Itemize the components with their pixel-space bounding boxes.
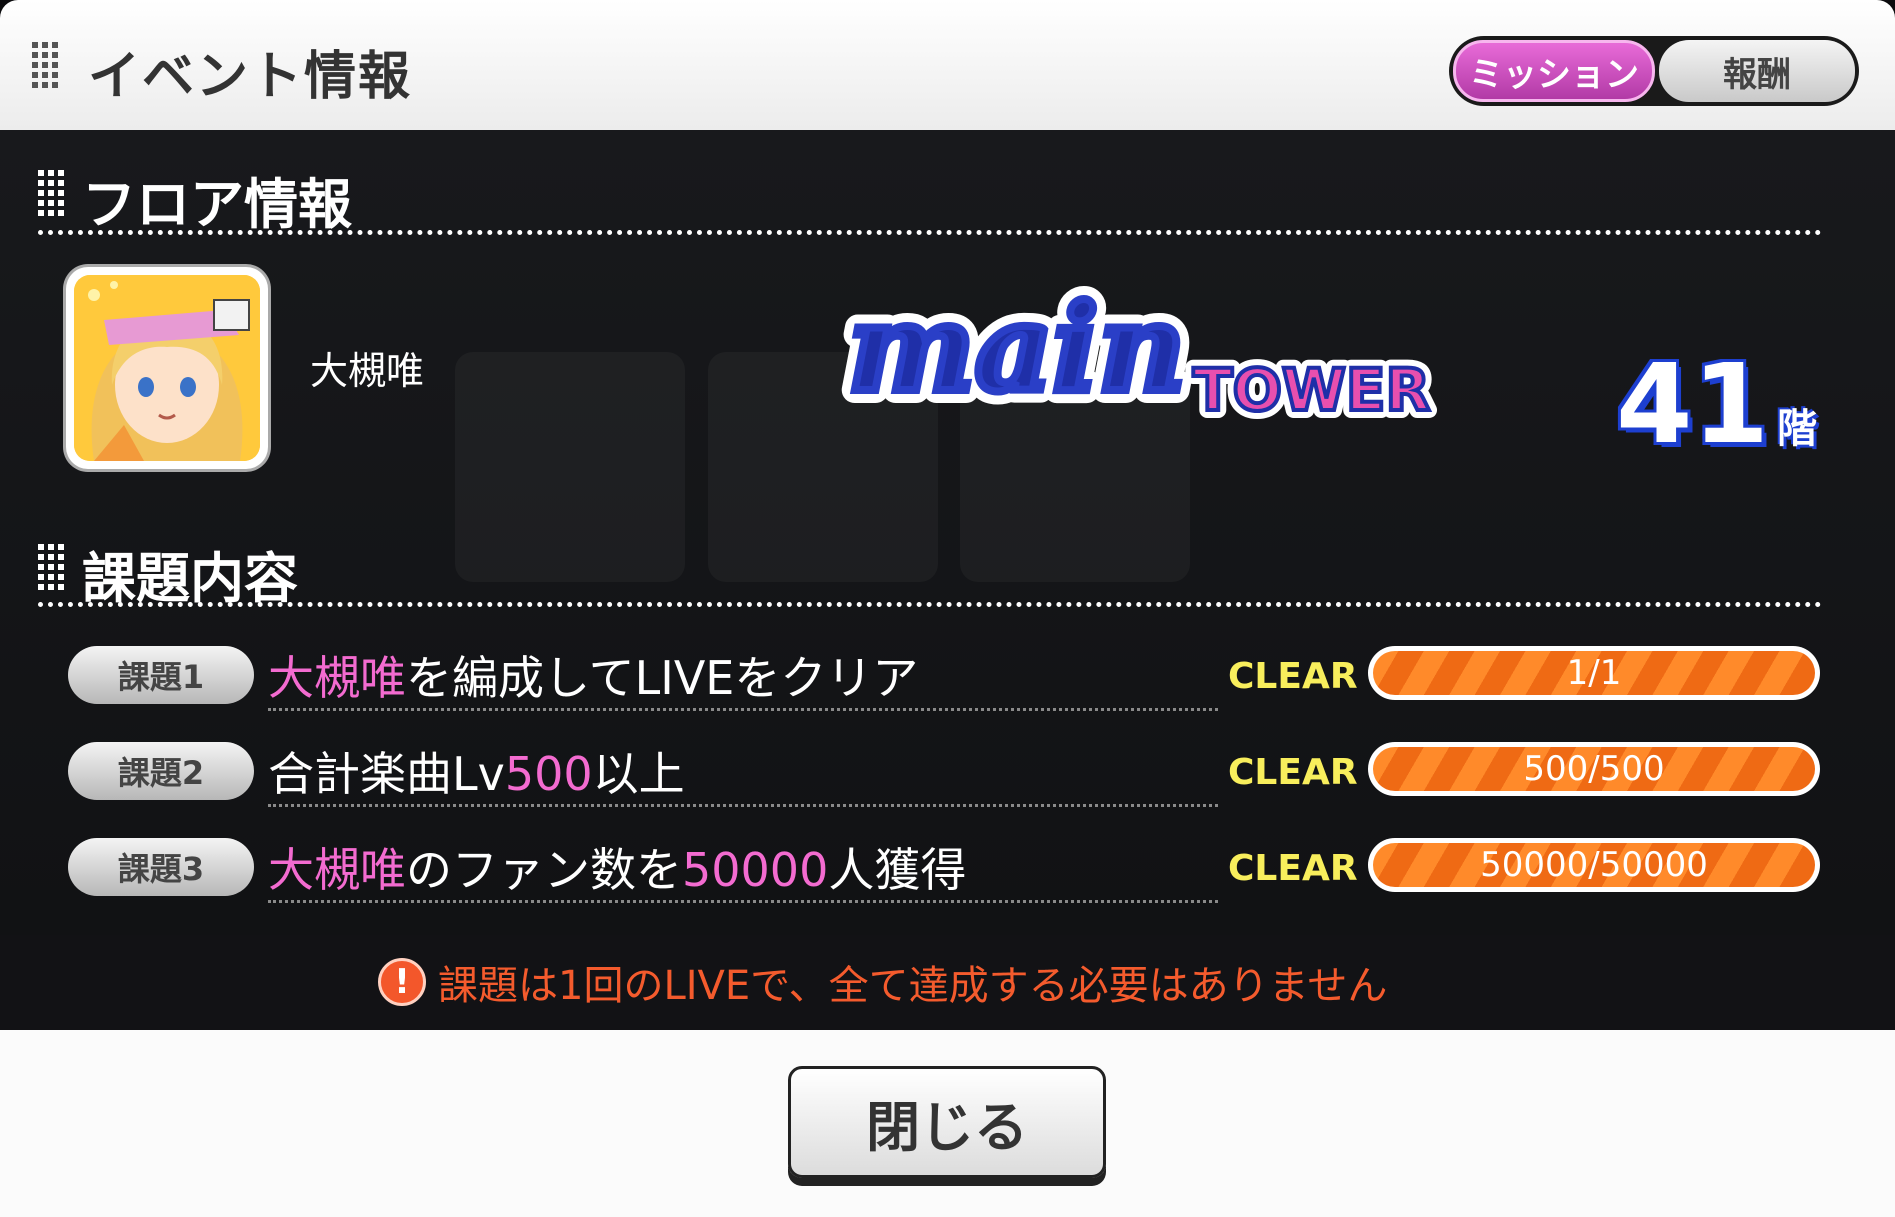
task-status: CLEAR <box>1228 656 1358 697</box>
task-badge: 課題2 <box>68 742 254 800</box>
tab-group: ミッション 報酬 <box>1449 36 1859 106</box>
floor-number: 41 <box>1616 340 1770 468</box>
task-progress-bar: 50000/50000 <box>1368 838 1820 892</box>
close-button[interactable]: 閉じる <box>788 1066 1106 1178</box>
task-row: 課題1 大槻唯を編成してLIVEをクリア CLEAR 1/1 <box>68 638 1820 718</box>
notice: ! 課題は1回のLIVEで、全て達成する必要はありません <box>378 953 1387 1011</box>
warning-icon: ! <box>378 958 426 1006</box>
task-description: 合計楽曲Lv500以上 <box>268 747 685 801</box>
task-status: CLEAR <box>1228 752 1358 793</box>
floor-unit: 階 <box>1777 406 1818 452</box>
task-badge: 課題3 <box>68 838 254 896</box>
idol-name: 大槻唯 <box>310 349 425 393</box>
background-card <box>455 352 685 582</box>
task-row: 課題2 合計楽曲Lv500以上 CLEAR 500/500 <box>68 734 1820 814</box>
svg-text:main: main <box>848 278 1186 419</box>
task-badge: 課題1 <box>68 646 254 704</box>
task-progress-bar: 500/500 <box>1368 742 1820 796</box>
svg-text:TOWER: TOWER <box>1193 356 1430 424</box>
notice-text: 課題は1回のLIVEで、全て達成する必要はありません <box>438 963 1388 1009</box>
divider <box>38 602 1822 607</box>
section-dots-icon <box>38 170 64 216</box>
main-tower-logo: main main TOWER TOWER <box>838 270 1438 432</box>
task-row: 課題3 大槻唯のファン数を50000人獲得 CLEAR 50000/50000 <box>68 830 1820 910</box>
task-progress-bar: 1/1 <box>1368 646 1820 700</box>
section-dots-icon <box>38 544 64 590</box>
dialog-title: イベント情報 <box>88 47 413 107</box>
dialog-body: フロア情報 大槻唯 main main TOWER TOWER 41 階 課題内… <box>0 130 1895 1030</box>
idol-portrait-icon <box>74 275 260 461</box>
dialog-footer: 閉じる <box>0 1030 1895 1217</box>
floor-section-title: フロア情報 <box>82 173 352 236</box>
tab-reward[interactable]: 報酬 <box>1659 40 1855 102</box>
task-status: CLEAR <box>1228 848 1358 889</box>
header-dots-icon <box>32 42 58 88</box>
floor-indicator: 41 階 <box>1616 340 1817 468</box>
task-description: 大槻唯のファン数を50000人獲得 <box>268 843 967 897</box>
dialog-header: イベント情報 ミッション 報酬 <box>0 0 1895 130</box>
tab-mission[interactable]: ミッション <box>1453 40 1655 102</box>
idol-avatar <box>66 267 268 469</box>
divider <box>38 230 1822 235</box>
task-description: 大槻唯を編成してLIVEをクリア <box>268 651 919 705</box>
